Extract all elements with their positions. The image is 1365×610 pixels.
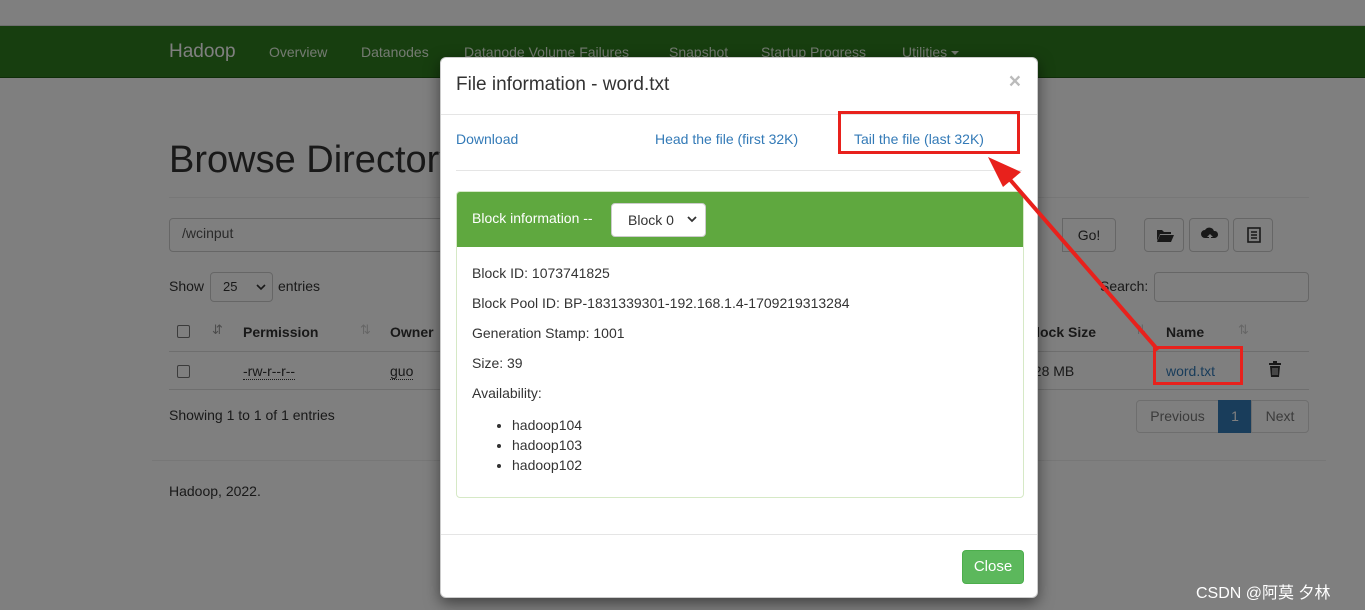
watermark: CSDN @阿莫 夕林 — [1196, 585, 1331, 602]
annotation-arrow — [988, 157, 1160, 352]
